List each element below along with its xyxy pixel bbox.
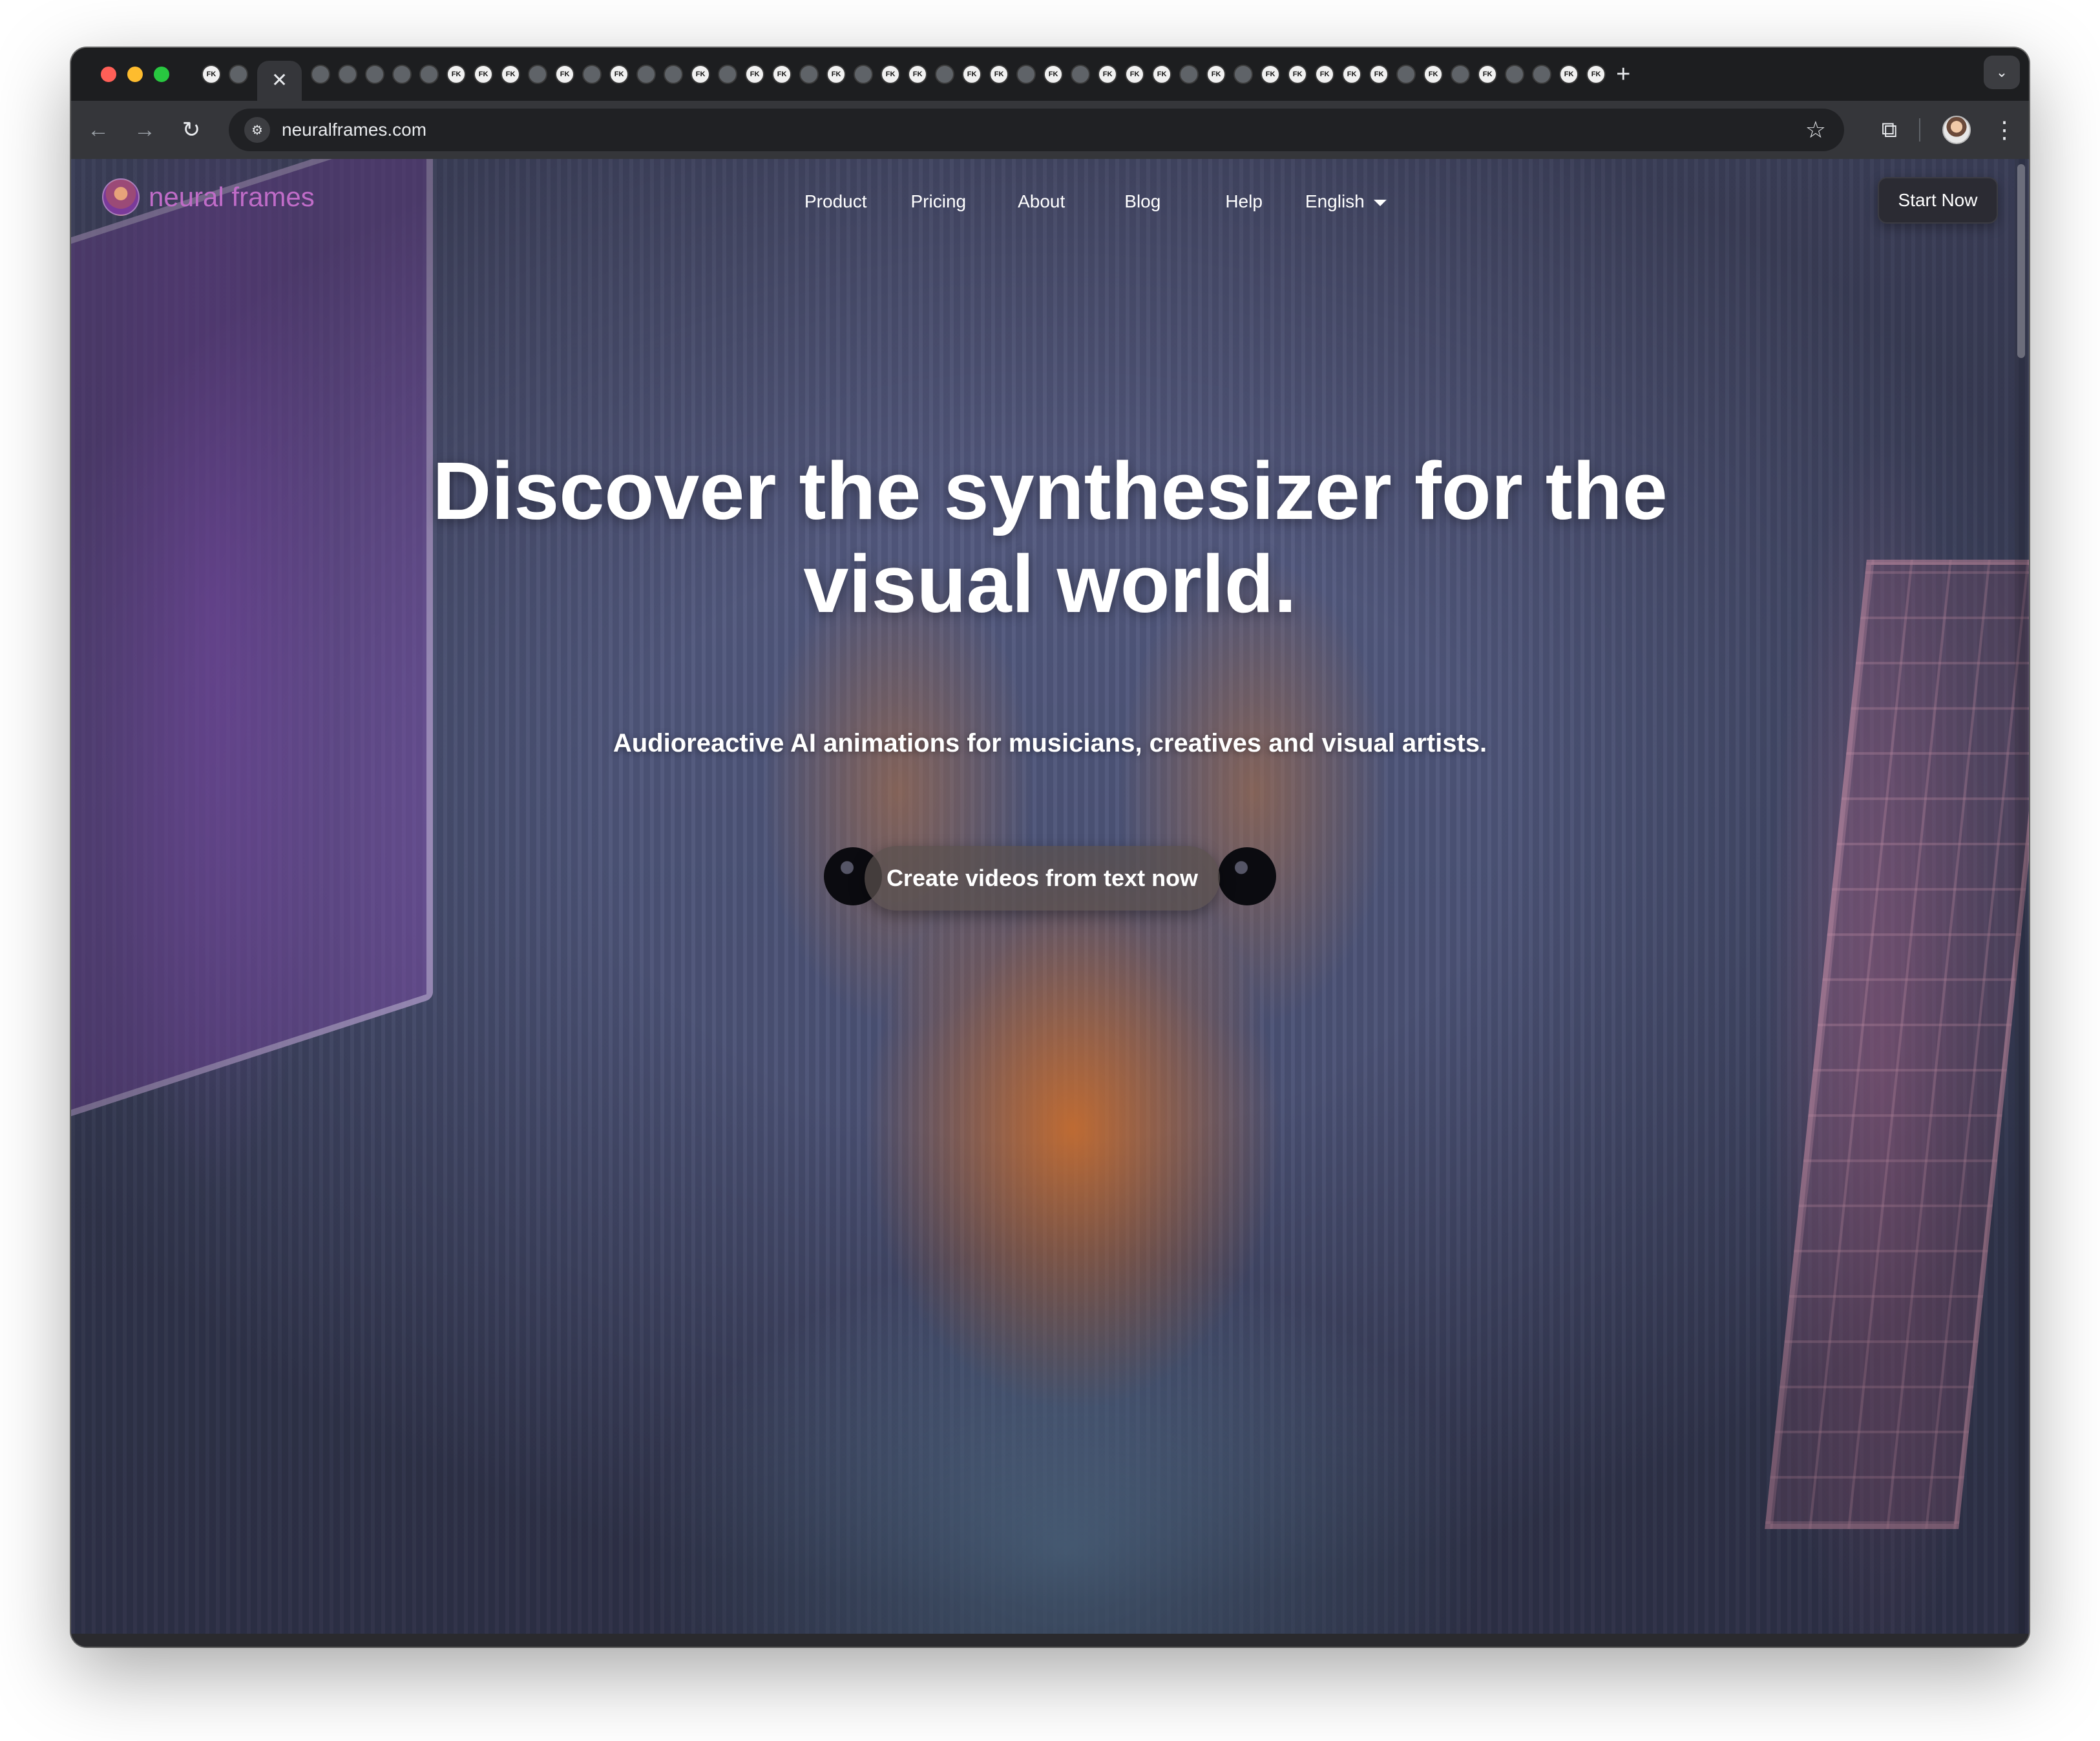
address-bar[interactable]: ⚙ neuralframes.com ☆ bbox=[229, 109, 1844, 151]
tab-favicon[interactable] bbox=[664, 65, 684, 84]
language-label[interactable]: English bbox=[1305, 191, 1365, 212]
tab-favicon[interactable]: FK bbox=[1342, 65, 1362, 84]
tab-favicon[interactable] bbox=[392, 65, 412, 84]
tab-favicon[interactable]: FK bbox=[446, 65, 467, 84]
tab-favicon[interactable] bbox=[1234, 65, 1254, 84]
tab-favicon[interactable] bbox=[365, 65, 385, 84]
tab-favicon[interactable]: FK bbox=[609, 65, 629, 84]
tab-favicon[interactable]: FK bbox=[881, 65, 901, 84]
tab-favicon[interactable] bbox=[1451, 65, 1471, 84]
tab-favicon[interactable]: FK bbox=[501, 65, 521, 84]
tab-favicon[interactable]: FK bbox=[1044, 65, 1064, 84]
tab-favicon[interactable] bbox=[311, 65, 331, 84]
nav-about[interactable]: About bbox=[1018, 191, 1065, 212]
tab-favicon[interactable] bbox=[935, 65, 955, 84]
tab-favicon[interactable]: FK bbox=[1206, 65, 1226, 84]
tab-favicon[interactable]: FK bbox=[989, 65, 1009, 84]
active-tab[interactable]: ✕ bbox=[257, 61, 302, 101]
tab-favicon[interactable] bbox=[718, 65, 738, 84]
url-text[interactable]: neuralframes.com bbox=[282, 120, 426, 140]
create-videos-button[interactable]: Create videos from text now bbox=[865, 846, 1220, 911]
hero-subheadline: Audioreactive AI animations for musician… bbox=[613, 729, 1487, 757]
browser-menu-icon[interactable]: ⋮ bbox=[1993, 116, 2016, 143]
tab-favicon[interactable]: FK bbox=[1478, 65, 1498, 84]
tab-favicon[interactable]: FK bbox=[772, 65, 792, 84]
tab-favicon[interactable]: FK bbox=[555, 65, 575, 84]
tab-favicon[interactable] bbox=[1505, 65, 1525, 84]
page-scrollbar[interactable] bbox=[2015, 159, 2028, 1647]
nav-help[interactable]: Help bbox=[1225, 191, 1263, 212]
site-header: neural frames Product Pricing About Blog… bbox=[71, 159, 2029, 237]
nav-blog[interactable]: Blog bbox=[1124, 191, 1160, 212]
tab-favicon[interactable]: FK bbox=[1423, 65, 1444, 84]
tab-favicon[interactable]: FK bbox=[202, 65, 221, 84]
tab-favicon[interactable]: FK bbox=[745, 65, 765, 84]
minimize-window-button[interactable] bbox=[127, 67, 143, 82]
bookmark-star-icon[interactable]: ☆ bbox=[1805, 116, 1826, 143]
tab-favicon[interactable] bbox=[854, 65, 874, 84]
browser-window: FK ✕ FK FK FK FK FK FK FK FK FK FK FK FK… bbox=[71, 48, 2029, 1647]
bottom-edge bbox=[71, 1634, 2029, 1647]
tab-favicon[interactable]: FK bbox=[962, 65, 982, 84]
tab-favicon[interactable]: FK bbox=[1586, 65, 1606, 84]
tab-favicon[interactable]: FK bbox=[1261, 65, 1281, 84]
tab-favicon[interactable] bbox=[528, 65, 548, 84]
tab-favicon[interactable] bbox=[1179, 65, 1199, 84]
logo-squirrel-icon bbox=[102, 178, 140, 216]
tab-favicon[interactable] bbox=[229, 65, 248, 84]
tab-favicon[interactable] bbox=[636, 65, 656, 84]
chevron-down-icon[interactable] bbox=[1373, 200, 1387, 206]
hero-headline: Discover the synthesizer for the visual … bbox=[71, 445, 2029, 631]
tab-favicon[interactable] bbox=[582, 65, 602, 84]
extensions-icon[interactable]: ⧉ bbox=[1882, 118, 1897, 143]
tab-favicon[interactable]: FK bbox=[1152, 65, 1172, 84]
tab-list: FK ✕ FK FK FK FK FK FK FK FK FK FK FK FK… bbox=[198, 48, 1630, 101]
main-nav: Product Pricing About Blog Help English bbox=[804, 191, 1387, 212]
tab-search-button[interactable]: ⌄ bbox=[1984, 56, 2020, 89]
tab-favicon[interactable] bbox=[1396, 65, 1416, 84]
start-now-button[interactable]: Start Now bbox=[1878, 177, 1998, 224]
hero-headline-line1: Discover the synthesizer for the bbox=[432, 445, 1668, 536]
tab-strip: FK ✕ FK FK FK FK FK FK FK FK FK FK FK FK… bbox=[71, 48, 2029, 101]
tab-favicon[interactable] bbox=[1532, 65, 1552, 84]
tab-favicon[interactable]: FK bbox=[908, 65, 928, 84]
site-logo[interactable]: neural frames bbox=[102, 178, 315, 216]
tab-favicon[interactable]: FK bbox=[1125, 65, 1145, 84]
tab-favicon[interactable]: FK bbox=[1288, 65, 1308, 84]
hero-headline-line2: visual world. bbox=[803, 538, 1297, 629]
nav-pricing[interactable]: Pricing bbox=[911, 191, 967, 212]
close-window-button[interactable] bbox=[101, 67, 116, 82]
tab-favicon[interactable] bbox=[338, 65, 358, 84]
tab-favicon[interactable]: FK bbox=[1369, 65, 1389, 84]
profile-avatar[interactable] bbox=[1942, 116, 1971, 144]
back-icon[interactable]: ← bbox=[75, 118, 121, 143]
nav-product[interactable]: Product bbox=[804, 191, 867, 212]
tab-favicon[interactable] bbox=[419, 65, 439, 84]
tab-favicon[interactable]: FK bbox=[826, 65, 846, 84]
scrollbar-thumb[interactable] bbox=[2017, 164, 2025, 358]
tab-favicon[interactable]: FK bbox=[1315, 65, 1335, 84]
tab-favicon[interactable]: FK bbox=[691, 65, 711, 84]
page-viewport: neural frames Product Pricing About Blog… bbox=[71, 159, 2029, 1647]
forward-icon[interactable]: → bbox=[121, 118, 168, 143]
language-selector[interactable]: English bbox=[1305, 191, 1387, 212]
reload-icon[interactable]: ↻ bbox=[168, 117, 215, 143]
toolbar-divider bbox=[1919, 118, 1920, 142]
tab-favicon[interactable]: FK bbox=[1098, 65, 1118, 84]
tab-favicon[interactable] bbox=[799, 65, 819, 84]
logo-text: neural frames bbox=[149, 182, 315, 212]
tab-favicon[interactable] bbox=[1016, 65, 1036, 84]
tab-favicon[interactable]: FK bbox=[1559, 65, 1579, 84]
browser-toolbar: ← → ↻ ⚙ neuralframes.com ☆ ⧉ ⋮ bbox=[71, 101, 2029, 159]
window-controls bbox=[101, 67, 169, 82]
site-info-icon[interactable]: ⚙ bbox=[244, 117, 270, 143]
toolbar-right: ⧉ ⋮ bbox=[1882, 101, 2016, 159]
tab-favicon[interactable] bbox=[1071, 65, 1091, 84]
new-tab-button[interactable]: + bbox=[1616, 61, 1630, 89]
close-tab-icon[interactable]: ✕ bbox=[271, 71, 288, 90]
zoom-window-button[interactable] bbox=[154, 67, 169, 82]
tab-favicon[interactable]: FK bbox=[474, 65, 494, 84]
